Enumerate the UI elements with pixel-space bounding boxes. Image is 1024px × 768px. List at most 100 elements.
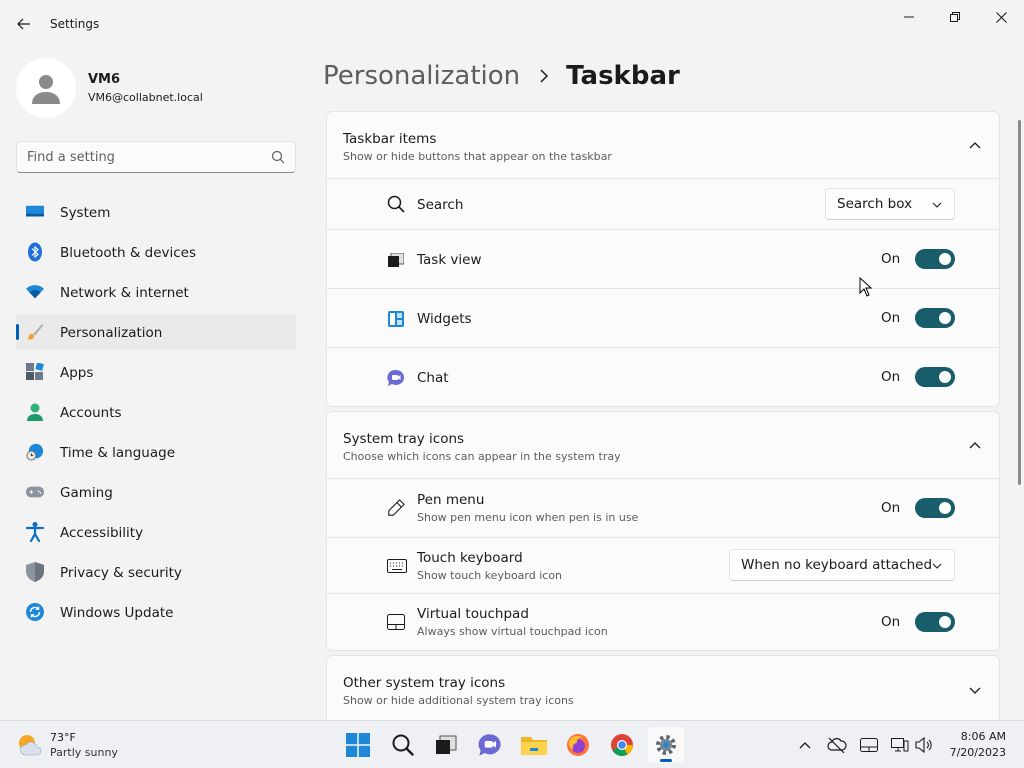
minimize-icon: [904, 16, 914, 18]
taskbar-items-header[interactable]: Taskbar items Show or hide buttons that …: [326, 111, 1000, 179]
system-clock[interactable]: 8:06 AM 7/20/2023: [950, 729, 1006, 761]
search-input[interactable]: [17, 142, 262, 172]
back-button[interactable]: [12, 12, 36, 36]
widgets-row: Widgets On: [326, 289, 1000, 348]
firefox-button[interactable]: [560, 727, 596, 763]
breadcrumb-parent[interactable]: Personalization: [323, 61, 520, 91]
sidebar-item-apps[interactable]: Apps: [16, 354, 296, 390]
sidebar-item-gaming[interactable]: Gaming: [16, 474, 296, 510]
user-name: VM6: [88, 72, 121, 87]
user-profile[interactable]: VM6 VM6@collabnet.local: [16, 58, 306, 118]
chat-button[interactable]: [472, 727, 508, 763]
cloud-offline-icon: [827, 737, 847, 753]
show-hidden-icons-button[interactable]: [795, 735, 815, 755]
other-tray-header[interactable]: Other system tray icons Show or hide add…: [326, 655, 1000, 721]
task-view-row: Task view On: [326, 230, 1000, 289]
bluetooth-icon: [26, 242, 44, 262]
row-label: Widgets: [417, 311, 472, 327]
sidebar-item-system[interactable]: System: [16, 194, 296, 230]
row-label: Virtual touchpad: [417, 606, 529, 622]
row-label: Search: [417, 197, 464, 213]
start-button[interactable]: [340, 727, 376, 763]
toggle-state: On: [881, 500, 901, 516]
virtual-touchpad-row: Virtual touchpad Always show virtual tou…: [326, 594, 1000, 651]
task-view-toggle[interactable]: [915, 249, 955, 269]
touch-keyboard-dropdown[interactable]: When no keyboard attached: [729, 549, 955, 581]
maximize-button[interactable]: [932, 6, 978, 28]
sidebar-item-label: Windows Update: [60, 605, 174, 621]
chevron-down-icon: [969, 687, 981, 694]
task-view-icon: [436, 735, 457, 754]
virtual-touchpad-toggle[interactable]: [915, 612, 955, 632]
row-description: Always show virtual touchpad icon: [417, 625, 608, 638]
sidebar-item-bluetooth[interactable]: Bluetooth & devices: [16, 234, 296, 270]
sidebar-item-label: Accounts: [60, 405, 122, 421]
other-tray-section: Other system tray icons Show or hide add…: [326, 655, 1000, 721]
sidebar-item-time-language[interactable]: Time & language: [16, 434, 296, 470]
task-view-button[interactable]: [428, 727, 464, 763]
chrome-button[interactable]: [604, 727, 640, 763]
wifi-icon: [26, 283, 44, 301]
touchpad-icon: [860, 738, 878, 752]
touchpad-tray[interactable]: [859, 735, 879, 755]
sidebar-item-label: Time & language: [60, 445, 176, 461]
file-explorer-button[interactable]: [516, 727, 552, 763]
sidebar-item-privacy[interactable]: Privacy & security: [16, 554, 296, 590]
close-button[interactable]: [978, 6, 1024, 28]
brush-icon: [26, 323, 44, 341]
section-subtitle: Show or hide buttons that appear on the …: [343, 150, 612, 163]
chrome-icon: [611, 734, 633, 756]
taskbar-search-button[interactable]: [385, 727, 421, 763]
sidebar-item-label: Network & internet: [60, 285, 189, 301]
pen-menu-toggle[interactable]: [915, 498, 955, 518]
sidebar-item-network[interactable]: Network & internet: [16, 274, 296, 310]
search-mode-dropdown[interactable]: Search box: [825, 188, 955, 220]
chat-row: Chat On: [326, 348, 1000, 407]
touchpad-icon: [387, 613, 405, 631]
sidebar-item-accessibility[interactable]: Accessibility: [16, 514, 296, 550]
widgets-icon: [387, 310, 405, 328]
sidebar-item-label: Gaming: [60, 485, 113, 501]
sidebar-nav: System Bluetooth & devices Network & int…: [16, 194, 296, 634]
onedrive-tray[interactable]: [827, 735, 847, 755]
sidebar-item-accounts[interactable]: Accounts: [16, 394, 296, 430]
system-tray-header[interactable]: System tray icons Choose which icons can…: [326, 411, 1000, 479]
task-view-icon: [387, 251, 405, 269]
sidebar-item-label: Privacy & security: [60, 565, 182, 581]
touch-keyboard-row: Touch keyboard Show touch keyboard icon …: [326, 538, 1000, 594]
weather-description: Partly sunny: [50, 746, 118, 759]
touchpad-toggle-group: On: [881, 612, 955, 632]
settings-content: Taskbar items Show or hide buttons that …: [326, 111, 1000, 721]
chevron-down-icon: [932, 563, 942, 569]
chevron-up-icon: [969, 142, 981, 149]
section-title: Taskbar items: [343, 131, 437, 147]
search-icon: [392, 734, 414, 756]
settings-app-button[interactable]: [648, 727, 684, 763]
search-icon[interactable]: [271, 150, 285, 164]
row-label: Chat: [417, 370, 449, 386]
content-scrollbar[interactable]: [1018, 120, 1021, 485]
weather-temperature: 73°F: [50, 731, 76, 744]
network-icon: [891, 738, 909, 752]
sidebar-item-label: Personalization: [60, 325, 163, 341]
volume-tray[interactable]: [914, 735, 934, 755]
speaker-icon: [915, 737, 932, 753]
gear-icon: [656, 735, 676, 755]
page-title: Taskbar: [566, 61, 680, 91]
toggle-state: On: [881, 369, 901, 385]
weather-widget[interactable]: 73°F Partly sunny: [16, 729, 156, 761]
row-label: Task view: [417, 252, 482, 268]
sidebar-item-personalization[interactable]: Personalization: [16, 314, 296, 350]
app-title: Settings: [50, 17, 100, 31]
sidebar-item-label: Accessibility: [60, 525, 144, 541]
sidebar-item-label: Apps: [60, 365, 94, 381]
minimize-button[interactable]: [886, 6, 932, 28]
pen-menu-toggle-group: On: [881, 498, 955, 518]
network-tray[interactable]: [890, 735, 910, 755]
widgets-toggle[interactable]: [915, 308, 955, 328]
system-tray-section: System tray icons Choose which icons can…: [326, 411, 1000, 651]
sidebar-item-windows-update[interactable]: Windows Update: [16, 594, 296, 630]
toggle-state: On: [881, 251, 901, 267]
chat-toggle[interactable]: [915, 367, 955, 387]
chevron-down-icon: [932, 202, 942, 208]
